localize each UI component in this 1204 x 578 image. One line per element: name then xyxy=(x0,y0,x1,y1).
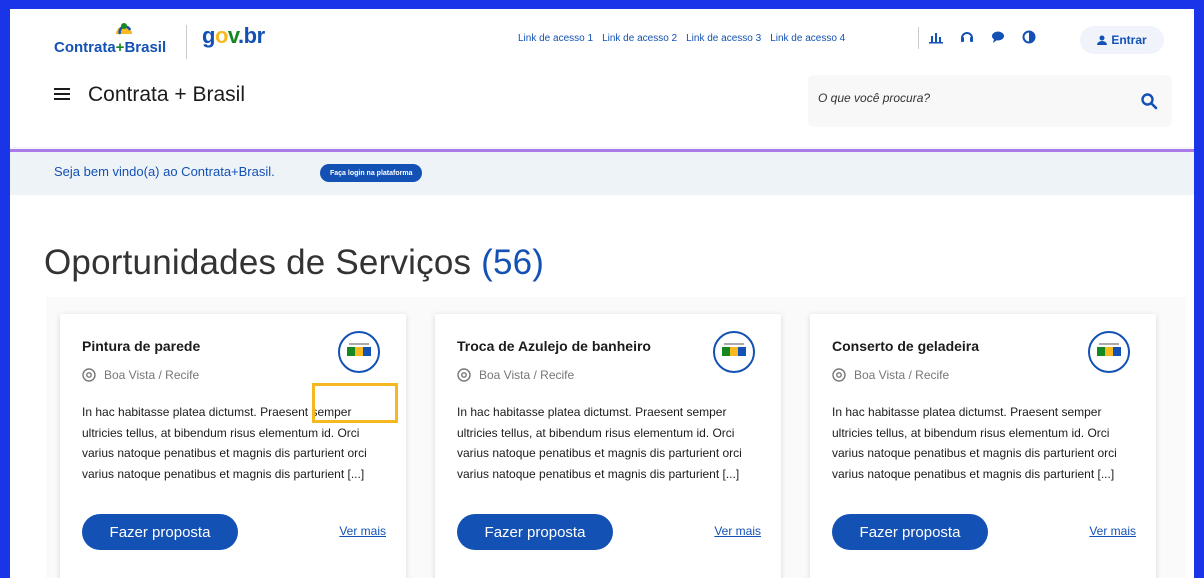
welcome-text: Seja bem vindo(a) ao Contrata+Brasil. xyxy=(54,164,275,179)
contrata-badge-icon xyxy=(713,331,755,373)
see-more-link[interactable]: Ver mais xyxy=(339,524,386,538)
govbr-logo-o: o xyxy=(214,23,228,48)
card-location-text: Boa Vista / Recife xyxy=(854,368,950,382)
site-title: Contrata + Brasil xyxy=(88,83,245,106)
card-location: Boa Vista / Recife xyxy=(82,368,199,382)
card-location: Boa Vista / Recife xyxy=(832,368,949,382)
see-more-link[interactable]: Ver mais xyxy=(714,524,761,538)
hamburger-menu-icon[interactable] xyxy=(54,88,70,102)
header-divider xyxy=(918,27,919,49)
header: Contrata+Brasil gov.br Link de acesso 1 … xyxy=(10,9,1194,147)
card-location-text: Boa Vista / Recife xyxy=(479,368,575,382)
frame-top-border xyxy=(0,0,1204,9)
card-title: Troca de Azulejo de banheiro xyxy=(457,338,651,354)
service-card: Conserto de geladeira Boa Vista / Recife… xyxy=(810,314,1156,578)
card-title: Conserto de geladeira xyxy=(832,338,980,354)
chart-icon[interactable] xyxy=(928,29,944,45)
header-icons xyxy=(928,29,1052,45)
user-icon xyxy=(1097,35,1108,45)
page-heading: Oportunidades de Serviços (56) xyxy=(44,243,544,283)
location-pin-icon xyxy=(832,368,846,382)
govbr-logo-br: .br xyxy=(238,23,265,48)
card-location-text: Boa Vista / Recife xyxy=(104,368,200,382)
welcome-bar: Seja bem vindo(a) ao Contrata+Brasil. Fa… xyxy=(10,149,1194,195)
contrata-badge-icon xyxy=(338,331,380,373)
opportunity-count: (56) xyxy=(481,243,545,282)
logo-text: Contrata+Brasil xyxy=(54,39,166,56)
search-box xyxy=(808,75,1172,127)
quick-link-1[interactable]: Link de acesso 1 xyxy=(518,33,593,44)
card-description: In hac habitasse platea dictumst. Praese… xyxy=(832,405,1117,481)
search-input[interactable] xyxy=(818,91,1118,105)
quick-link-3[interactable]: Link de acesso 3 xyxy=(686,33,761,44)
quick-link-4[interactable]: Link de acesso 4 xyxy=(770,33,845,44)
logo-text-suffix: Brasil xyxy=(124,39,167,56)
make-proposal-button[interactable]: Fazer proposta xyxy=(457,514,613,550)
login-button[interactable]: Entrar xyxy=(1080,26,1164,54)
contrata-badge-icon xyxy=(1088,331,1130,373)
card-title: Pintura de parede xyxy=(82,338,201,354)
make-proposal-button[interactable]: Fazer proposta xyxy=(82,514,238,550)
logo-text-prefix: Contrata xyxy=(54,39,116,56)
location-pin-icon xyxy=(82,368,96,382)
quick-link-2[interactable]: Link de acesso 2 xyxy=(602,33,677,44)
logo-sun-icon xyxy=(116,23,132,35)
frame-left-border xyxy=(0,0,10,578)
page: Contrata+Brasil gov.br Link de acesso 1 … xyxy=(10,9,1194,578)
service-card: Troca de Azulejo de banheiro Boa Vista /… xyxy=(435,314,781,578)
see-more-link[interactable]: Ver mais xyxy=(1089,524,1136,538)
highlight-box xyxy=(312,383,398,423)
contrast-icon[interactable] xyxy=(1021,29,1037,45)
service-card: Pintura de parede Boa Vista / Recife In … xyxy=(60,314,406,578)
location-pin-icon xyxy=(457,368,471,382)
chat-icon[interactable] xyxy=(990,29,1006,45)
headset-icon[interactable] xyxy=(959,29,975,45)
make-proposal-button[interactable]: Fazer proposta xyxy=(832,514,988,550)
card-description: In hac habitasse platea dictumst. Praese… xyxy=(457,405,742,481)
logo-divider xyxy=(186,25,187,59)
govbr-logo[interactable]: gov.br xyxy=(202,23,265,49)
govbr-logo-g: g xyxy=(202,23,215,48)
card-location: Boa Vista / Recife xyxy=(457,368,574,382)
govbr-logo-v: v xyxy=(227,23,239,48)
platform-login-button[interactable]: Faça login na plataforma xyxy=(320,164,423,182)
frame-right-border xyxy=(1194,0,1204,578)
heading-text: Oportunidades de Serviços xyxy=(44,243,472,282)
login-button-label: Entrar xyxy=(1111,33,1147,47)
contrata-brasil-logo[interactable]: Contrata+Brasil xyxy=(54,21,174,61)
search-icon[interactable] xyxy=(1140,92,1158,110)
quick-links: Link de acesso 1 Link de acesso 2 Link d… xyxy=(518,33,854,44)
